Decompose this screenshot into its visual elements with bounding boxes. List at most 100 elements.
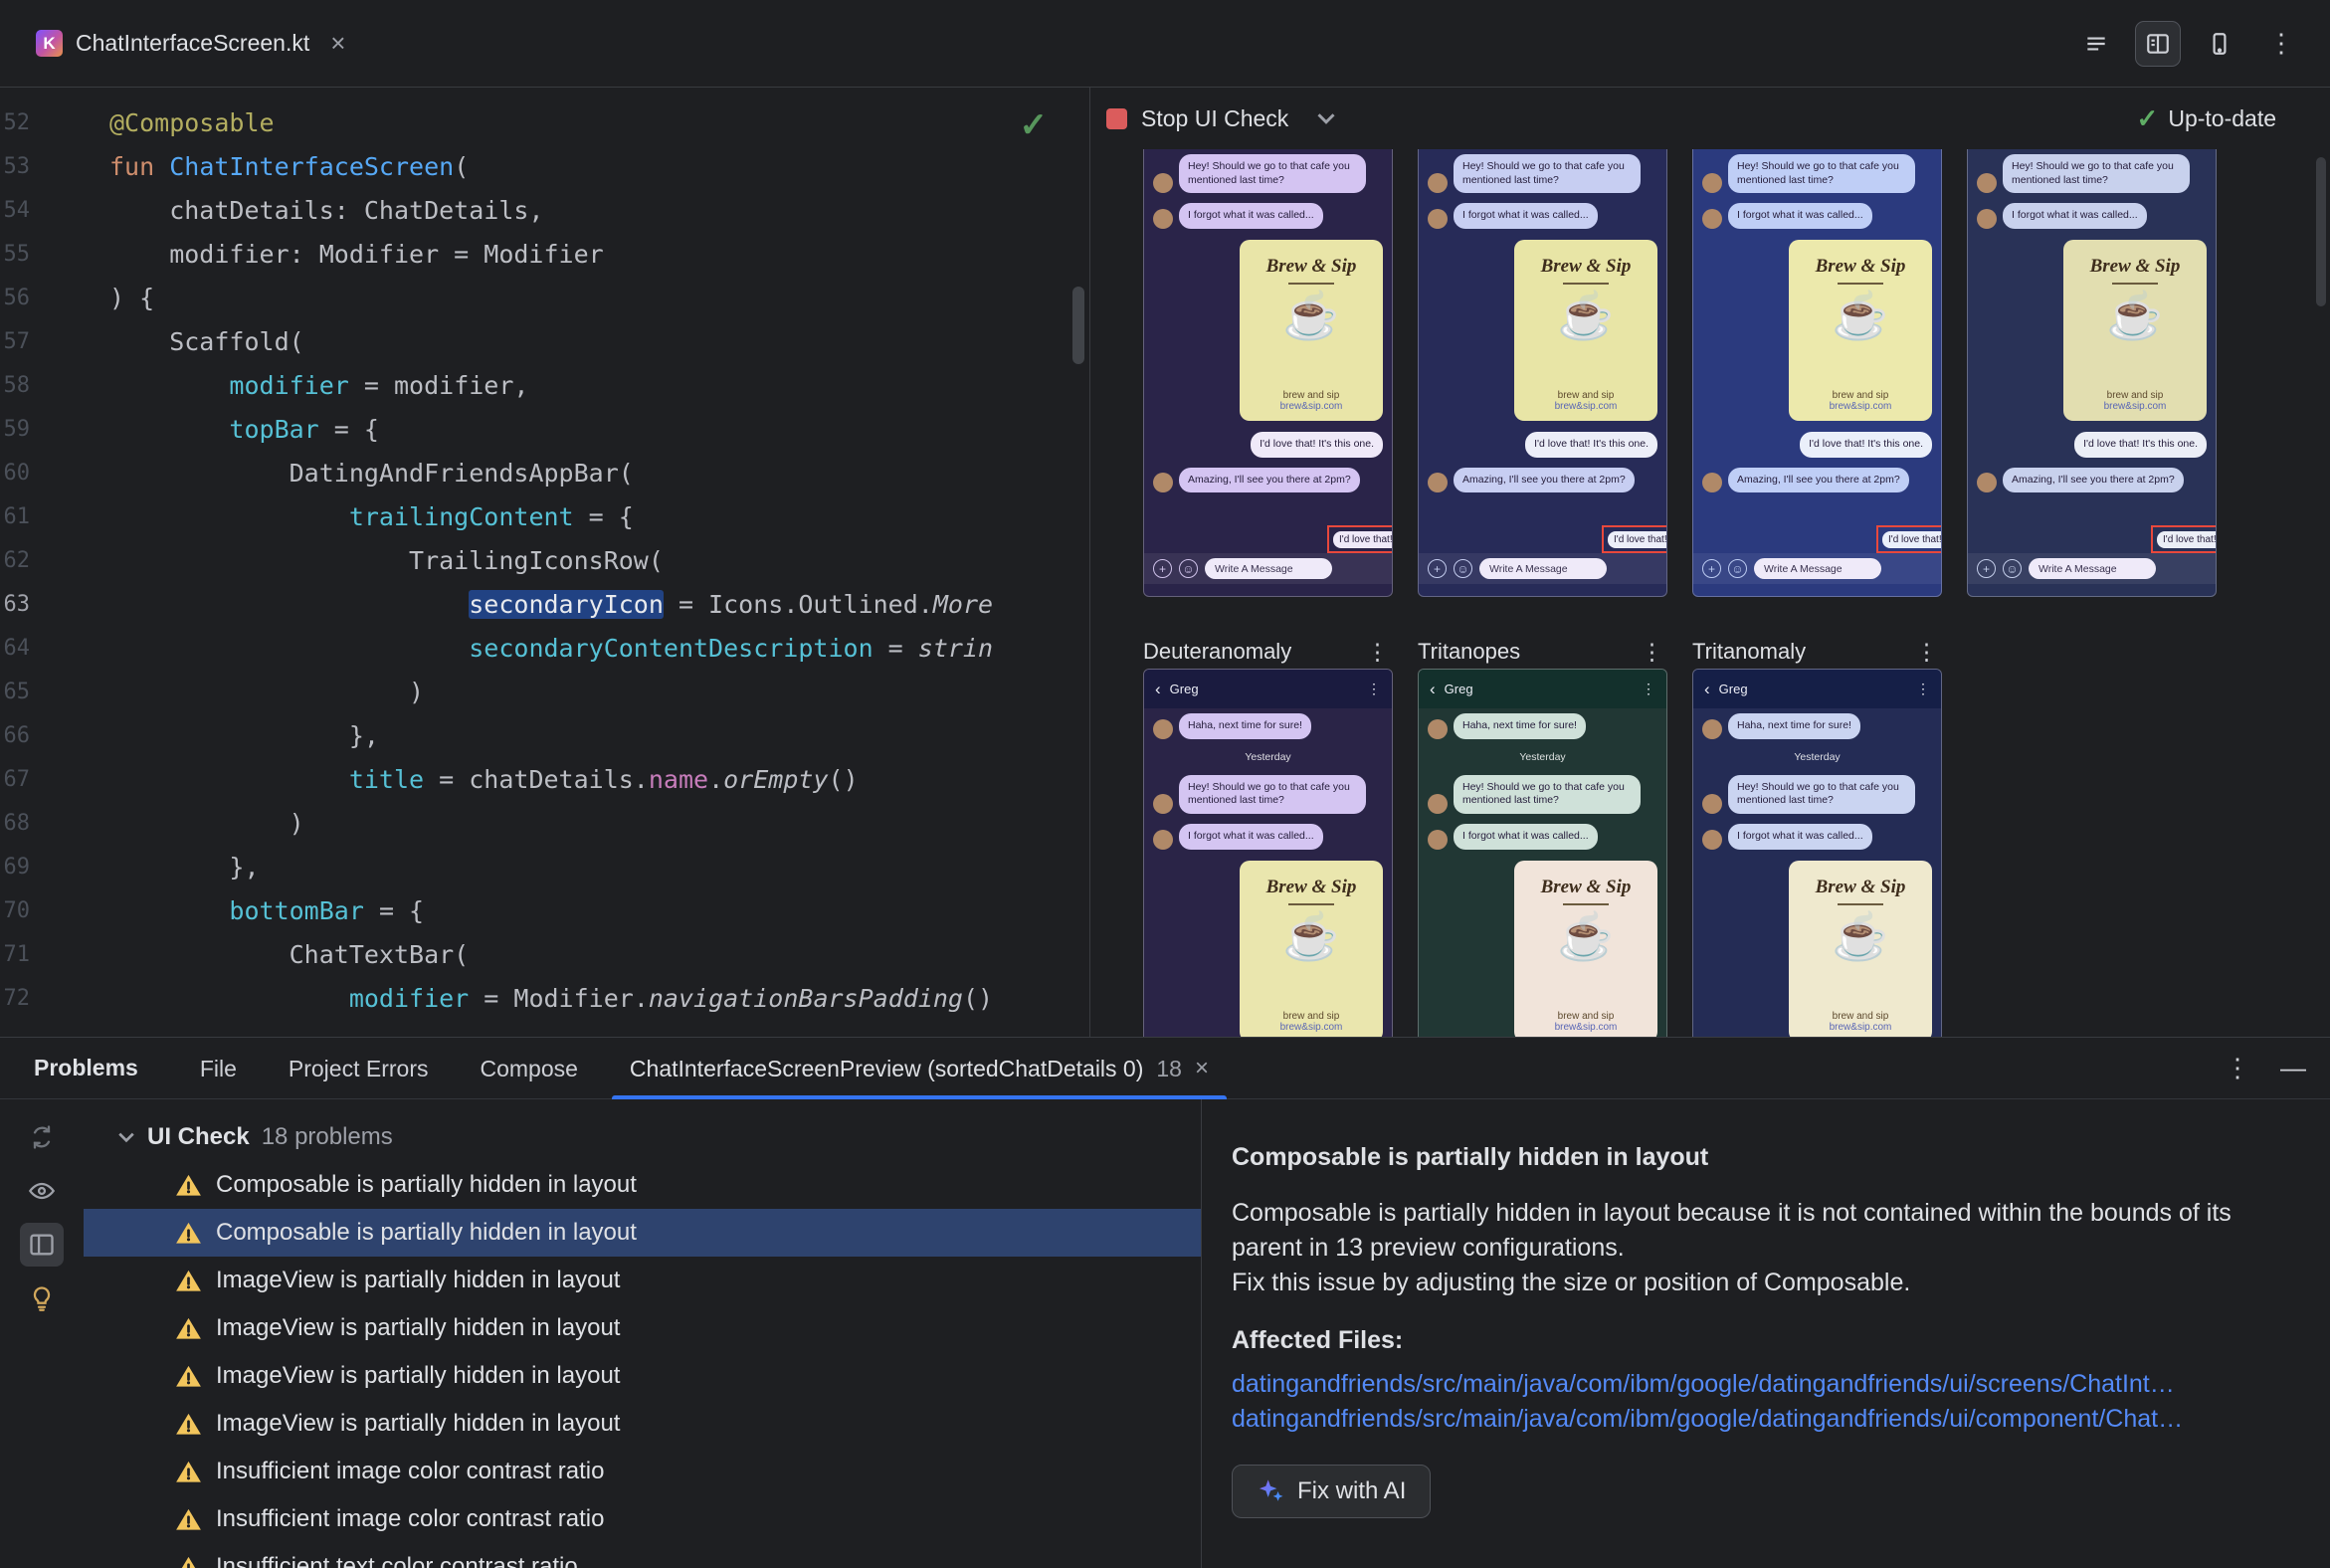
problem-row[interactable]: ImageView is partially hidden in layout	[84, 1400, 1201, 1448]
coffee-card-row: Brew & Sip ☕ brew and sip brew&sip.com	[1419, 855, 1666, 1037]
problem-row[interactable]: ImageView is partially hidden in layout	[84, 1257, 1201, 1304]
problems-tab-1[interactable]: Project Errors	[263, 1038, 455, 1099]
coffee-card: Brew & Sip ☕ brew and sip brew&sip.com	[1514, 239, 1657, 421]
preview-more-icon[interactable]: ⋮	[1366, 639, 1393, 666]
fix-with-ai-button[interactable]: Fix with AI	[1232, 1465, 1432, 1518]
lightbulb-icon[interactable]	[20, 1276, 64, 1320]
chat-message: Hey! Should we go to that cafe you menti…	[1693, 149, 1941, 198]
refresh-icon[interactable]	[20, 1115, 64, 1159]
split-mode-icon[interactable]	[2135, 20, 2181, 67]
preview-phone[interactable]: ‹ Greg ⋮ Haha, next time for sure! Yesterday…	[1418, 669, 1667, 1037]
problems-panel-title[interactable]: Problems	[34, 1055, 138, 1081]
line-content: fun ChatInterfaceScreen(	[70, 145, 1089, 189]
code-line[interactable]: 59 topBar = {	[0, 408, 1089, 452]
code-line[interactable]: 64 secondaryContentDescription = strin	[0, 627, 1089, 671]
chevron-down-icon[interactable]	[1316, 111, 1336, 125]
chat-bubble: Haha, next time for sure!	[1454, 713, 1586, 739]
preview-scrollbar[interactable]	[2316, 157, 2326, 306]
problems-tab-0[interactable]: File	[174, 1038, 263, 1099]
code-line[interactable]: 52 @Composable	[0, 101, 1089, 145]
code-line[interactable]: 54 chatDetails: ChatDetails,	[0, 189, 1089, 233]
line-number: 60	[3, 461, 31, 486]
code-line[interactable]: 65 )	[0, 671, 1089, 714]
code-line[interactable]: 68 )	[0, 802, 1089, 846]
code-line[interactable]: 62 TrailingIconsRow(	[0, 539, 1089, 583]
code-mode-icon[interactable]	[2073, 21, 2119, 67]
chat-message: I forgot what it was called...	[1968, 198, 2216, 234]
problems-tab-3[interactable]: ChatInterfaceScreenPreview (sortedChatDe…	[604, 1038, 1235, 1099]
contact-name: Greg	[1444, 682, 1473, 696]
preview-phone[interactable]: ‹ Greg ⋮ Haha, next time for sure! Yesterday…	[1692, 669, 1942, 1037]
chat-message: Hey! Should we go to that cafe you menti…	[1419, 770, 1666, 819]
problems-tab-2[interactable]: Compose	[454, 1038, 603, 1099]
problems-more-icon[interactable]: ⋮	[2225, 1053, 2250, 1083]
line-content: secondaryIcon = Icons.Outlined.More	[70, 583, 1089, 627]
tab-close-icon[interactable]: ×	[330, 28, 345, 59]
line-number: 67	[3, 767, 31, 792]
coffee-card-link: brew&sip.com	[2103, 400, 2167, 412]
ui-check-toolbar: Stop UI Check ✓ Up-to-date	[1090, 88, 2330, 149]
code-line[interactable]: 72 modifier = Modifier.navigationBarsPad…	[0, 977, 1089, 1021]
chat-message: I forgot what it was called...	[1144, 198, 1392, 234]
affected-file-link[interactable]: datingandfriends/src/main/java/com/ibm/g…	[1232, 1367, 2300, 1402]
stop-ui-check-label[interactable]: Stop UI Check	[1141, 105, 1288, 132]
preview-phone[interactable]: Hey! Should we go to that cafe you menti…	[1418, 149, 1667, 597]
code-token: ()	[962, 984, 994, 1013]
affected-file-link[interactable]: datingandfriends/src/main/java/com/ibm/g…	[1232, 1402, 2300, 1437]
problems-minimize-icon[interactable]: —	[2280, 1053, 2306, 1083]
chat-message: Hey! Should we go to that cafe you menti…	[1144, 149, 1392, 198]
line-content: trailingContent = {	[70, 495, 1089, 539]
code-line[interactable]: 63 secondaryIcon = Icons.Outlined.More	[0, 583, 1089, 627]
editor-scrollbar[interactable]	[1072, 287, 1084, 364]
code-line[interactable]: 69 },	[0, 846, 1089, 889]
inspection-ok-icon[interactable]: ✓	[1020, 105, 1049, 145]
problems-tabs: File Project Errors Compose ChatInterfaceSc…	[174, 1038, 1235, 1099]
stop-icon[interactable]	[1106, 107, 1127, 129]
design-mode-icon[interactable]	[2197, 21, 2242, 67]
code-line[interactable]: 66 },	[0, 714, 1089, 758]
more-options-icon[interactable]: ⋮	[2258, 21, 2304, 67]
tab-close-icon[interactable]: ×	[1195, 1055, 1209, 1082]
problem-row[interactable]: ImageView is partially hidden in layout	[84, 1304, 1201, 1352]
code-line[interactable]: 55 modifier: Modifier = Modifier	[0, 233, 1089, 277]
avatar	[1153, 829, 1173, 850]
code-line[interactable]: 53 fun ChatInterfaceScreen(	[0, 145, 1089, 189]
preview-label: Deuteranomaly	[1143, 639, 1292, 664]
ui-check-group[interactable]: UI Check 18 problems	[84, 1113, 1201, 1161]
coffee-card-title: Brew & Sip	[1540, 876, 1632, 897]
problem-row[interactable]: Insufficient image color contrast ratio	[84, 1495, 1201, 1543]
chat-bubble: Haha, next time for sure!	[1179, 713, 1311, 739]
line-content: chatDetails: ChatDetails,	[70, 189, 1089, 233]
preview-phone[interactable]: Hey! Should we go to that cafe you menti…	[1967, 149, 2217, 597]
problem-row[interactable]: Composable is partially hidden in layout	[84, 1209, 1201, 1257]
problem-row[interactable]: Composable is partially hidden in layout	[84, 1161, 1201, 1209]
chat-message: Haha, next time for sure!	[1693, 708, 1941, 744]
details-view-icon[interactable]	[20, 1223, 64, 1267]
problem-row[interactable]: Insufficient image color contrast ratio	[84, 1448, 1201, 1495]
preview-pane: Stop UI Check ✓ Up-to-date Hey! Should w…	[1090, 88, 2330, 1037]
code-line[interactable]: 70 bottomBar = {	[0, 889, 1089, 933]
preview-phone[interactable]: ‹ Greg ⋮ Haha, next time for sure! Yesterday…	[1143, 669, 1393, 1037]
code-line[interactable]: 57 Scaffold(	[0, 320, 1089, 364]
code-line[interactable]: 67 title = chatDetails.name.orEmpty()	[0, 758, 1089, 802]
code-token: ChatTextBar(	[109, 940, 470, 969]
code-line[interactable]: 60 DatingAndFriendsAppBar(	[0, 452, 1089, 495]
line-content: modifier: Modifier = Modifier	[70, 233, 1089, 277]
file-tab[interactable]: K ChatInterfaceScreen.kt ×	[26, 0, 355, 87]
ornament-rule	[1838, 282, 1883, 285]
preview-phone[interactable]: Hey! Should we go to that cafe you menti…	[1692, 149, 1942, 597]
preview-more-icon[interactable]: ⋮	[1915, 639, 1942, 666]
code-line[interactable]: 71 ChatTextBar(	[0, 933, 1089, 977]
code-line[interactable]: 56) {	[0, 277, 1089, 320]
problem-row[interactable]: Insufficient text color contrast ratio	[84, 1543, 1201, 1568]
code-line[interactable]: 58 modifier = modifier,	[0, 364, 1089, 408]
code-line[interactable]: 61 trailingContent = {	[0, 495, 1089, 539]
coffee-card-link: brew&sip.com	[1554, 400, 1618, 412]
code-editor[interactable]: 52 @Composable 53 fun ChatInterfaceScreen(…	[0, 88, 1090, 1037]
preview-eye-icon[interactable]	[20, 1169, 64, 1213]
code-token: orEmpty	[723, 765, 829, 794]
preview-more-icon[interactable]: ⋮	[1641, 639, 1667, 666]
preview-phone[interactable]: Hey! Should we go to that cafe you menti…	[1143, 149, 1393, 597]
coffee-card: Brew & Sip ☕ brew and sip brew&sip.com	[1514, 860, 1657, 1037]
problem-row[interactable]: ImageView is partially hidden in layout	[84, 1352, 1201, 1400]
